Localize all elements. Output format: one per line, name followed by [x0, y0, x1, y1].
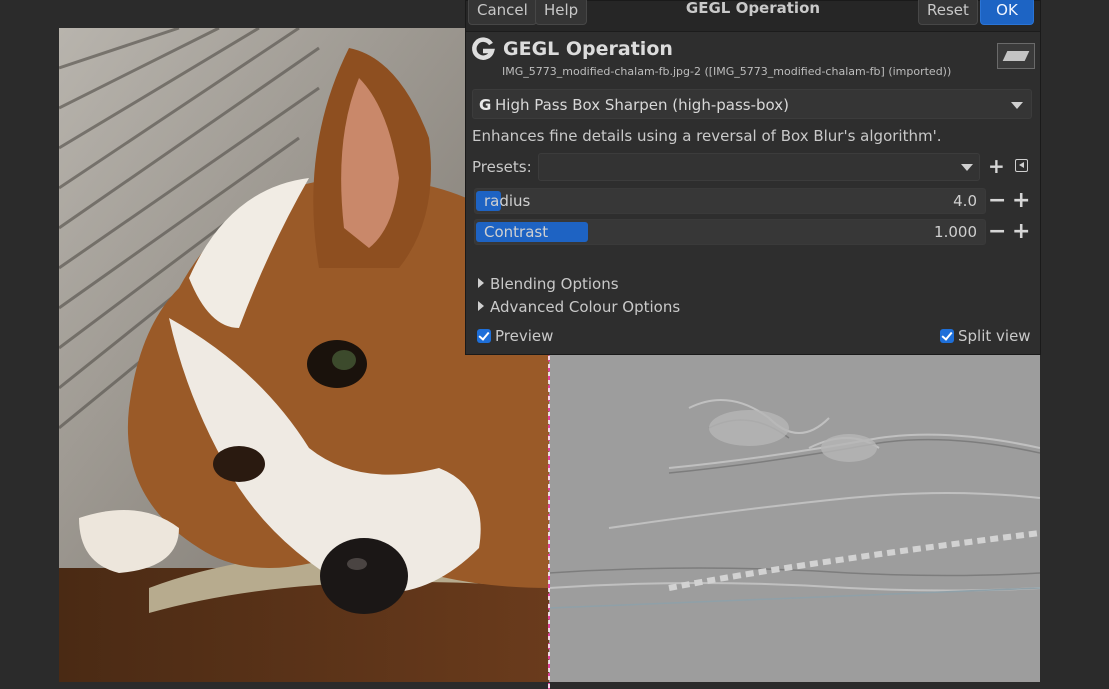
blending-options-label: Blending Options [490, 275, 619, 293]
operation-select[interactable]: G High Pass Box Sharpen (high-pass-box) [472, 89, 1032, 119]
gegl-logo-icon [472, 37, 495, 60]
radius-decrement-button[interactable]: − [988, 190, 1006, 212]
radius-value: 4.0 [953, 192, 977, 210]
chevron-down-icon [961, 164, 973, 171]
contrast-decrement-button[interactable]: − [988, 221, 1006, 243]
expander-arrow-icon [478, 278, 484, 288]
colour-options-expander[interactable]: Advanced Colour Options [478, 298, 680, 316]
add-preset-icon[interactable]: + [988, 156, 1005, 176]
colour-options-label: Advanced Colour Options [490, 298, 681, 316]
radius-label: radius [484, 192, 531, 210]
expander-arrow-icon [478, 301, 484, 311]
presets-combo[interactable] [538, 153, 980, 181]
split-view-checkbox[interactable]: Split view [940, 327, 1031, 345]
cancel-button[interactable]: Cancel [468, 0, 537, 25]
preview-label: Preview [495, 327, 554, 345]
ok-button[interactable]: OK [980, 0, 1034, 25]
operation-subtitle: IMG_5773_modified-chalam-fb.jpg-2 ([IMG_… [502, 65, 952, 78]
presets-menu-icon[interactable] [1015, 159, 1028, 172]
radius-increment-button[interactable]: + [1012, 190, 1030, 212]
contrast-value: 1.000 [934, 223, 977, 241]
gegl-operation-dialog: Cancel Help GEGL Operation Reset OK GEGL… [465, 0, 1041, 355]
split-view-label: Split view [958, 327, 1031, 345]
checkbox-checked-icon [477, 329, 491, 343]
checkbox-checked-icon [940, 329, 954, 343]
contrast-increment-button[interactable]: + [1012, 221, 1030, 243]
operation-header: GEGL Operation IMG_5773_modified-chalam-… [466, 32, 1040, 85]
operation-title: GEGL Operation [503, 38, 673, 60]
operation-select-label: High Pass Box Sharpen (high-pass-box) [495, 96, 789, 114]
layer-thumbnail-icon [997, 43, 1035, 69]
operation-description: Enhances fine details using a reversal o… [472, 127, 942, 145]
reset-button[interactable]: Reset [918, 0, 978, 25]
radius-slider[interactable]: radius 4.0 [474, 188, 986, 214]
contrast-label: Contrast [484, 223, 549, 241]
help-button[interactable]: Help [535, 0, 588, 25]
preview-checkbox[interactable]: Preview [477, 327, 553, 345]
gegl-op-icon: G [479, 96, 492, 114]
blending-options-expander[interactable]: Blending Options [478, 275, 619, 293]
presets-label: Presets: [472, 158, 532, 176]
contrast-slider[interactable]: Contrast 1.000 [474, 219, 986, 245]
chevron-down-icon [1011, 102, 1023, 109]
dialog-header-bar: Cancel Help GEGL Operation Reset OK [466, 0, 1040, 32]
